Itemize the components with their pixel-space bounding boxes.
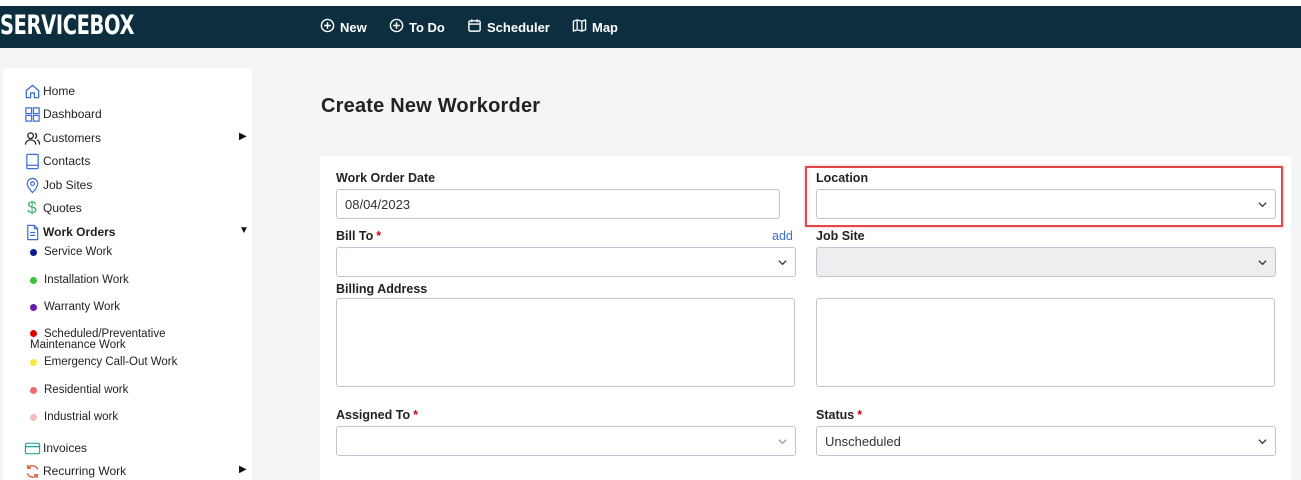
bill-to-select[interactable]	[336, 247, 796, 277]
map-icon	[572, 18, 587, 36]
work-order-type-label: Residential work	[44, 384, 129, 396]
work-order-type-service[interactable]: Service Work	[30, 246, 112, 258]
required-marker: *	[376, 229, 382, 243]
work-order-type-label: Warranty Work	[44, 301, 121, 313]
color-dot-icon	[30, 358, 37, 366]
assigned-to-label-text: Assigned To	[336, 408, 411, 422]
work-order-type-label: Service Work	[44, 246, 113, 258]
required-marker: *	[413, 408, 418, 422]
work-order-type-scheduled[interactable]: Scheduled/Preventative Maintenance Work	[30, 328, 190, 351]
billing-address-label: Billing Address	[336, 282, 428, 296]
sidebar-item-label: Dashboard	[43, 107, 102, 121]
color-dot-icon	[30, 413, 37, 421]
required-marker: *	[857, 408, 863, 422]
nav-scheduler-label: Scheduler	[487, 19, 550, 35]
sidebar-item-label: Quotes	[43, 201, 82, 215]
plus-circle-icon	[389, 18, 404, 36]
chevron-down-icon	[778, 260, 787, 266]
sidebar-item-invoices[interactable]: Invoices	[23, 439, 87, 457]
status-label: Status *	[816, 408, 862, 422]
page-title: Create New Workorder	[321, 95, 541, 117]
dashboard-icon	[23, 105, 41, 123]
users-icon	[23, 129, 41, 147]
color-dot-icon	[30, 276, 37, 284]
bill-to-label: Bill To *	[336, 229, 381, 243]
color-dot-icon	[30, 386, 37, 394]
book-icon	[23, 152, 41, 170]
sidebar-item-label: Customers	[43, 131, 102, 145]
bill-to-label-text: Bill To	[336, 229, 374, 243]
sidebar-item-job-sites[interactable]: Job Sites	[23, 176, 92, 194]
billing-address-textarea[interactable]	[336, 298, 795, 387]
credit-card-icon	[23, 439, 41, 457]
work-order-type-label: Scheduled/Preventative Maintenance Work	[30, 328, 166, 351]
calendar-icon	[467, 18, 482, 36]
caret-down-icon[interactable]: ▼	[239, 225, 249, 236]
nav-map-button[interactable]: Map	[572, 18, 618, 36]
assigned-to-select[interactable]	[336, 426, 796, 456]
sidebar-item-label: Job Sites	[43, 178, 93, 192]
sidebar-item-work-orders[interactable]: Work Orders	[23, 223, 115, 241]
servicebox-logo[interactable]: SERVICEBOX	[0, 10, 134, 41]
work-order-type-label: Industrial work	[44, 411, 119, 423]
work-order-type-industrial[interactable]: Industrial work	[30, 411, 118, 423]
sidebar-item-customers[interactable]: Customers	[23, 129, 101, 147]
chevron-down-icon	[1258, 439, 1267, 445]
work-order-type-label: Emergency Call-Out Work	[44, 356, 178, 368]
nav-new-button[interactable]: New	[320, 18, 367, 36]
sidebar: Home Dashboard Customers ▶ Contacts Job …	[3, 68, 252, 480]
sidebar-item-label: Contacts	[43, 154, 91, 168]
sidebar-item-home[interactable]: Home	[23, 82, 75, 100]
work-order-date-value: 08/04/2023	[345, 196, 411, 212]
sidebar-item-dashboard[interactable]: Dashboard	[23, 105, 102, 123]
work-order-type-emergency[interactable]: Emergency Call-Out Work	[30, 356, 177, 368]
sidebar-item-label: Work Orders	[43, 225, 116, 239]
work-order-date-label: Work Order Date	[336, 171, 436, 185]
color-dot-icon	[30, 330, 37, 337]
refresh-icon	[23, 462, 41, 480]
sidebar-item-recurring-work[interactable]: Recurring Work	[23, 462, 126, 480]
status-label-text: Status	[816, 408, 855, 422]
home-icon	[23, 82, 41, 100]
status-value: Unscheduled	[825, 433, 901, 449]
chevron-down-icon	[1258, 260, 1267, 266]
document-icon	[23, 223, 41, 241]
nav-scheduler-button[interactable]: Scheduler	[467, 18, 550, 36]
caret-right-icon[interactable]: ▶	[239, 131, 247, 142]
color-dot-icon	[30, 303, 37, 311]
job-site-select[interactable]	[816, 247, 1276, 277]
work-order-type-installation[interactable]: Installation Work	[30, 274, 129, 286]
status-select[interactable]: Unscheduled	[816, 426, 1276, 456]
nav-todo-button[interactable]: To Do	[389, 18, 445, 36]
work-order-type-label: Installation Work	[44, 274, 129, 286]
nav-new-label: New	[340, 19, 367, 35]
location-highlight-box	[805, 166, 1283, 227]
sidebar-item-label: Invoices	[43, 441, 88, 455]
sidebar-item-contacts[interactable]: Contacts	[23, 152, 90, 170]
plus-circle-icon	[320, 18, 335, 36]
color-dot-icon	[30, 248, 37, 256]
sidebar-item-quotes[interactable]: $ Quotes	[23, 198, 82, 217]
job-site-label: Job Site	[816, 229, 865, 243]
assigned-to-label: Assigned To *	[336, 408, 418, 422]
nav-todo-label: To Do	[409, 19, 445, 35]
work-order-type-warranty[interactable]: Warranty Work	[30, 301, 120, 313]
sidebar-item-label: Home	[43, 84, 76, 98]
work-order-type-residential[interactable]: Residential work	[30, 384, 128, 396]
location-pin-icon	[23, 176, 41, 194]
chevron-down-icon	[778, 439, 787, 445]
dollar-icon: $	[27, 198, 37, 217]
caret-right-icon[interactable]: ▶	[239, 464, 247, 475]
job-site-address-textarea[interactable]	[816, 298, 1275, 387]
top-navbar: SERVICEBOX New To Do Scheduler Map	[0, 6, 1301, 48]
bill-to-add-link[interactable]: add	[772, 229, 793, 243]
nav-map-label: Map	[592, 19, 618, 35]
sidebar-item-label: Recurring Work	[43, 464, 127, 478]
work-order-date-input[interactable]: 08/04/2023	[336, 189, 780, 219]
